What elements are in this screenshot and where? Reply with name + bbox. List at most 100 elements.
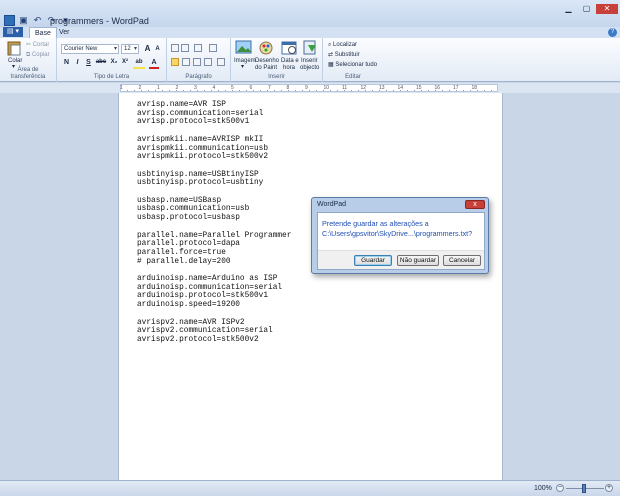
dialog-close-button[interactable]: x <box>465 200 485 209</box>
cut-label: Cortar <box>32 42 50 48</box>
ruler-tick-label: 1 <box>157 85 160 91</box>
select-all-button[interactable]: ▦ Selecionar tudo <box>328 61 377 69</box>
replace-button[interactable]: ⇄ Substituir <box>328 51 360 59</box>
ruler-tick-label: 17 <box>453 85 459 91</box>
document-line: arduinoisp.protocol=stk500v1 <box>137 292 269 301</box>
datetime-label-line2: hora <box>283 65 296 71</box>
editing-group-label: Editar <box>345 74 361 80</box>
ruler-tick-label: 16 <box>434 85 441 91</box>
window-controls: ▁ ▢ ✕ <box>560 4 618 14</box>
font-size-select[interactable]: 12 <box>121 44 139 54</box>
insert-date-time-button[interactable]: Data e hora <box>280 40 300 72</box>
help-icon[interactable]: ? <box>608 28 617 37</box>
minimize-button[interactable]: ▁ <box>560 4 577 14</box>
object-label-line2: objecto <box>300 65 320 71</box>
save-icon[interactable]: ▣ <box>18 15 29 26</box>
paragraph-group: Parágrafo <box>167 38 231 82</box>
align-center-icon[interactable] <box>182 58 190 66</box>
ruler-tick-label: 14 <box>397 85 404 91</box>
maximize-button[interactable]: ▢ <box>578 4 595 14</box>
ruler-tick-label: 1 <box>120 85 123 91</box>
zoom-in-button[interactable]: + <box>605 484 613 492</box>
paste-icon <box>7 41 21 56</box>
grow-font-button[interactable]: A <box>143 44 152 53</box>
increase-indent-icon[interactable] <box>181 44 189 52</box>
cancel-button[interactable]: Cancelar <box>443 255 481 266</box>
superscript-button[interactable]: X² <box>120 58 130 67</box>
tab-base[interactable]: Base <box>29 27 57 38</box>
ruler-tick-label: 13 <box>379 85 385 91</box>
document-line: usbtinyisp.name=USBtinyISP <box>137 170 259 179</box>
insert-image-button[interactable]: Imagem ▾ <box>233 40 256 72</box>
document-line: avrisp.name=AVR ISP <box>137 101 226 109</box>
align-right-icon[interactable] <box>193 58 201 66</box>
document-line: parallel.force=true <box>137 248 226 257</box>
line-spacing-icon[interactable] <box>209 44 217 52</box>
insert-paint-drawing-button[interactable]: Desenho do Paint <box>255 40 279 72</box>
paint-drawing-icon <box>259 41 273 55</box>
shrink-font-button[interactable]: A <box>153 45 162 54</box>
document-line: avrisp.protocol=stk500v1 <box>137 118 250 127</box>
document-line: avrispmkii.protocol=stk500v2 <box>137 153 269 162</box>
document-line: usbasp.communication=usb <box>137 205 250 214</box>
subscript-button[interactable]: X₂ <box>109 58 119 67</box>
document-line: usbtinyisp.protocol=usbtiny <box>137 179 264 188</box>
ruler-tick-label: 11 <box>342 85 348 91</box>
decrease-indent-icon[interactable] <box>171 44 179 52</box>
underline-button[interactable]: S <box>84 58 93 67</box>
copy-icon: ⧉ <box>26 52 31 58</box>
paste-button[interactable]: Colar ▾ <box>5 40 23 70</box>
save-changes-dialog: WordPad x Pretende guardar as alterações… <box>311 197 489 274</box>
text-color-button[interactable]: A <box>149 58 159 69</box>
font-family-select[interactable]: Courier New <box>61 44 119 54</box>
close-window-button[interactable]: ✕ <box>596 4 618 14</box>
dialog-message-line1: Pretende guardar as alterações a <box>322 219 429 228</box>
zoom-level: 100% <box>534 485 552 492</box>
wordpad-app-icon[interactable] <box>4 14 15 26</box>
document-line: usbasp.name=USBasp <box>137 196 222 205</box>
copy-button[interactable]: ⧉ Copiar <box>26 51 50 59</box>
document-text[interactable]: avrisp.name=AVR ISP avrisp.communication=… <box>137 101 291 345</box>
document-page[interactable]: avrisp.name=AVR ISP avrisp.communication=… <box>118 93 503 480</box>
document-line: parallel.protocol=dapa <box>137 240 240 249</box>
cut-button[interactable]: ✂ Cortar <box>26 41 49 49</box>
dont-save-button[interactable]: Não guardar <box>397 255 439 266</box>
document-line: avrispv2.name=AVR ISPv2 <box>137 318 245 327</box>
ruler-tick-label: 4 <box>212 85 216 91</box>
italic-button[interactable]: I <box>73 58 82 67</box>
zoom-slider-thumb[interactable] <box>582 484 586 493</box>
find-button[interactable]: ⌕ Localizar <box>328 41 357 49</box>
document-line: avrispmkii.name=AVRISP mkII <box>137 135 264 144</box>
align-left-icon[interactable] <box>171 58 179 66</box>
file-menu-button[interactable]: ▤ ▾ <box>3 27 23 37</box>
insert-object-button[interactable]: Inserir objecto <box>300 40 322 72</box>
ruler-tick-label: 2 <box>138 85 142 91</box>
document-line: avrispmkii.communication=usb <box>137 144 269 153</box>
ruler-tick-label: 18 <box>471 85 478 91</box>
save-button[interactable]: Guardar <box>354 255 392 266</box>
scissors-icon: ✂ <box>26 42 32 48</box>
ruler-tick-label: 10 <box>323 85 330 91</box>
document-line: avrispv2.protocol=stk500v2 <box>137 335 259 344</box>
paragraph-settings-icon[interactable] <box>217 58 225 66</box>
replace-icon: ⇄ <box>328 52 334 58</box>
document-line: arduinoisp.communication=serial <box>137 283 283 292</box>
document-line: usbasp.protocol=usbasp <box>137 214 240 223</box>
find-label: Localizar <box>333 42 358 48</box>
tab-ver[interactable]: Ver <box>54 27 75 38</box>
highlight-color-button[interactable]: ab <box>133 58 145 69</box>
window-title: programmers - WordPad <box>50 16 149 26</box>
undo-icon[interactable]: ↶ <box>32 15 43 26</box>
dialog-message-line2: C:\Users\gpsvitor\SkyDrive...\programmer… <box>322 229 473 238</box>
zoom-out-button[interactable]: − <box>556 484 564 492</box>
ruler[interactable]: 1 2 1 2 3 4 5 6 7 8 9 10 11 12 13 14 15 16 17 18 <box>0 83 620 93</box>
ruler-tick-label: 12 <box>360 85 367 91</box>
justify-icon[interactable] <box>204 58 212 66</box>
strikethrough-button[interactable]: abc <box>94 58 108 67</box>
bold-button[interactable]: N <box>62 58 71 67</box>
insert-object-icon <box>303 40 316 55</box>
bullet-list-icon[interactable] <box>194 44 202 52</box>
image-icon <box>235 40 252 54</box>
